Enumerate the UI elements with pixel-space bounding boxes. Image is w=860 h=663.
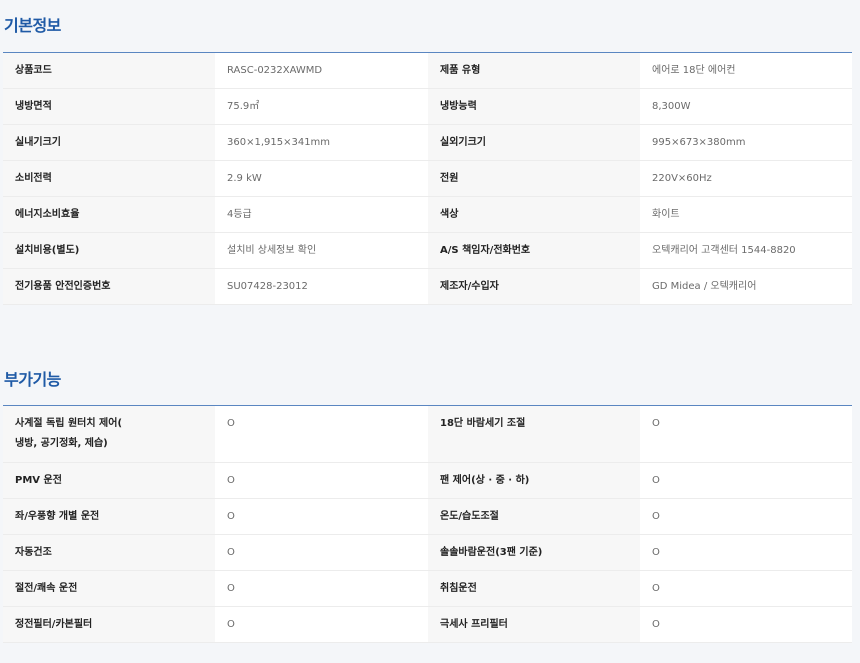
basic-info-title: 기본정보	[4, 16, 61, 35]
row-value: O	[215, 499, 428, 534]
row-value: 2.9 kW	[215, 161, 428, 196]
row-label: 냉방능력	[428, 89, 640, 124]
row-label: 색상	[428, 197, 640, 232]
row-label: 실외기크기	[428, 125, 640, 160]
row-value: O	[640, 571, 852, 606]
table-row: 설치비용(별도) 설치비 상세정보 확인 A/S 책임자/전화번호 오텍캐리어 …	[3, 233, 852, 269]
extra-features-table: 사계절 독립 원터치 제어( 냉방, 공기정화, 제습) O 18단 바람세기 …	[3, 405, 852, 643]
row-value: O	[215, 463, 428, 498]
table-row: 절전/쾌속 운전 O 취침운전 O	[3, 571, 852, 607]
row-value: SU07428-23012	[215, 269, 428, 304]
row-label: 전원	[428, 161, 640, 196]
row-value: 8,300W	[640, 89, 852, 124]
row-value: 75.9㎡	[215, 89, 428, 124]
row-label: 설치비용(별도)	[3, 233, 215, 268]
row-value: O	[215, 406, 428, 462]
table-row: 사계절 독립 원터치 제어( 냉방, 공기정화, 제습) O 18단 바람세기 …	[3, 406, 852, 463]
row-label: 제품 유형	[428, 53, 640, 88]
row-value: 4등급	[215, 197, 428, 232]
row-label: 솔솔바람운전(3팬 기준)	[428, 535, 640, 570]
row-value: 360×1,915×341mm	[215, 125, 428, 160]
row-value: RASC-0232XAWMD	[215, 53, 428, 88]
row-label: 자동건조	[3, 535, 215, 570]
row-value: 설치비 상세정보 확인	[215, 233, 428, 268]
row-label: 온도/습도조절	[428, 499, 640, 534]
table-row: 냉방면적 75.9㎡ 냉방능력 8,300W	[3, 89, 852, 125]
row-label: 팬 제어(상 · 중 · 하)	[428, 463, 640, 498]
table-row: 좌/우풍향 개별 운전 O 온도/습도조절 O	[3, 499, 852, 535]
row-value: 220V×60Hz	[640, 161, 852, 196]
row-value: O	[215, 535, 428, 570]
basic-info-table: 상품코드 RASC-0232XAWMD 제품 유형 에어로 18단 에어컨 냉방…	[3, 52, 852, 305]
row-label: PMV 운전	[3, 463, 215, 498]
row-value: 995×673×380mm	[640, 125, 852, 160]
row-value: O	[640, 463, 852, 498]
row-label: 냉방면적	[3, 89, 215, 124]
row-label: 에너지소비효율	[3, 197, 215, 232]
row-value: O	[215, 571, 428, 606]
row-label: 전기용품 안전인증번호	[3, 269, 215, 304]
extra-features-title: 부가기능	[4, 370, 61, 389]
row-label: 사계절 독립 원터치 제어( 냉방, 공기정화, 제습)	[3, 406, 215, 462]
row-label: A/S 책임자/전화번호	[428, 233, 640, 268]
row-label: 실내기크기	[3, 125, 215, 160]
row-value: O	[215, 607, 428, 642]
table-row: 에너지소비효율 4등급 색상 화이트	[3, 197, 852, 233]
table-row: 실내기크기 360×1,915×341mm 실외기크기 995×673×380m…	[3, 125, 852, 161]
table-row: 상품코드 RASC-0232XAWMD 제품 유형 에어로 18단 에어컨	[3, 53, 852, 89]
row-label: 정전필터/카본필터	[3, 607, 215, 642]
row-label: 소비전력	[3, 161, 215, 196]
row-value: 오텍캐리어 고객센터 1544-8820	[640, 233, 852, 268]
table-row: 정전필터/카본필터 O 극세사 프리필터 O	[3, 607, 852, 643]
row-label: 제조자/수입자	[428, 269, 640, 304]
row-label: 극세사 프리필터	[428, 607, 640, 642]
table-row: 전기용품 안전인증번호 SU07428-23012 제조자/수입자 GD Mid…	[3, 269, 852, 305]
row-label: 취침운전	[428, 571, 640, 606]
row-value: O	[640, 535, 852, 570]
row-value: O	[640, 607, 852, 642]
row-value: O	[640, 499, 852, 534]
table-row: 자동건조 O 솔솔바람운전(3팬 기준) O	[3, 535, 852, 571]
row-label: 18단 바람세기 조절	[428, 406, 640, 462]
row-value: GD Midea / 오텍캐리어	[640, 269, 852, 304]
row-value: 화이트	[640, 197, 852, 232]
row-label: 절전/쾌속 운전	[3, 571, 215, 606]
table-row: 소비전력 2.9 kW 전원 220V×60Hz	[3, 161, 852, 197]
row-value: O	[640, 406, 852, 462]
row-label: 상품코드	[3, 53, 215, 88]
table-row: PMV 운전 O 팬 제어(상 · 중 · 하) O	[3, 463, 852, 499]
row-label: 좌/우풍향 개별 운전	[3, 499, 215, 534]
row-value: 에어로 18단 에어컨	[640, 53, 852, 88]
